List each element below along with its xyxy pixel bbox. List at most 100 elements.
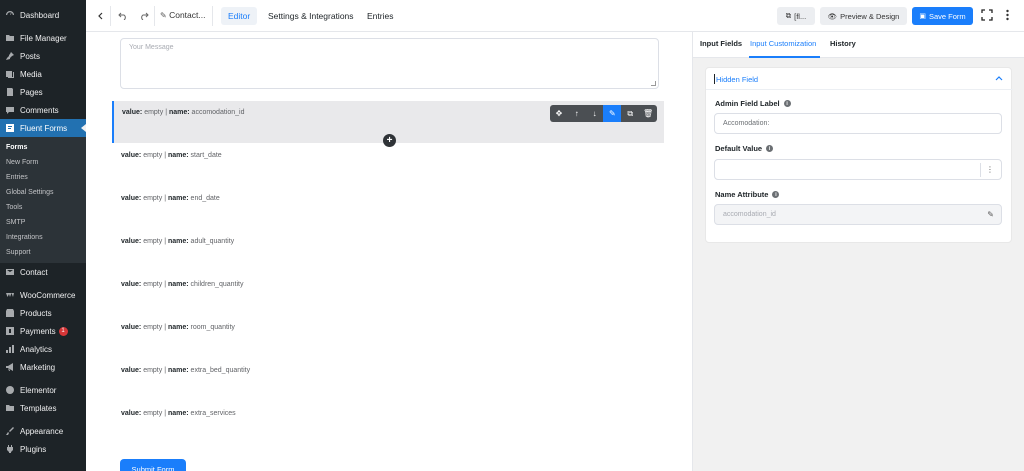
- sidebar-item-pages[interactable]: Pages: [0, 83, 86, 101]
- tab-editor[interactable]: Editor: [221, 7, 258, 25]
- templates-icon: [5, 403, 15, 413]
- sidebar-item-file-manager[interactable]: File Manager: [0, 29, 86, 47]
- sidebar-item-dashboard[interactable]: Dashboard: [0, 6, 86, 24]
- sidebar-item-appearance[interactable]: Appearance: [0, 422, 86, 440]
- message-textarea[interactable]: Your Message: [120, 38, 659, 89]
- tab-input-fields[interactable]: Input Fields: [700, 39, 742, 48]
- kebab-menu-icon[interactable]: ⋮: [986, 165, 994, 174]
- eye-icon: 👁: [827, 11, 838, 21]
- save-label: Save Form: [928, 11, 966, 21]
- hidden-field-row[interactable]: value: empty | name: extra_services: [113, 401, 665, 443]
- sidebar-item-elementor[interactable]: Elementor: [0, 381, 86, 399]
- edit-icon[interactable]: ✎: [603, 105, 622, 122]
- submenu-item-global-settings[interactable]: Global Settings: [0, 185, 86, 200]
- hidden-field-row[interactable]: value: empty | name: extra_bed_quantity: [113, 358, 665, 400]
- sidebar-item-label: Pages: [20, 87, 43, 97]
- sidebar-item-posts[interactable]: Posts: [0, 47, 86, 65]
- hidden-field-row[interactable]: value: empty | name: start_date: [113, 143, 665, 185]
- save-form-button[interactable]: ▣ Save Form: [912, 7, 973, 25]
- undo-icon[interactable]: [116, 9, 130, 23]
- sidebar-item-media[interactable]: Media: [0, 65, 86, 83]
- submenu-item-integrations[interactable]: Integrations: [0, 230, 86, 245]
- section-header[interactable]: Hidden Field: [706, 68, 1013, 90]
- form-title[interactable]: ✎ Contact...: [160, 10, 205, 20]
- submit-form-button[interactable]: Submit Form: [120, 459, 186, 471]
- sidebar-item-label: Dashboard: [20, 10, 60, 20]
- message-placeholder: Your Message: [129, 44, 174, 51]
- sidebar-item-fluent-forms[interactable]: Fluent Forms: [0, 119, 86, 137]
- sidebar-item-contact[interactable]: Contact: [0, 263, 86, 281]
- info-icon[interactable]: i: [766, 145, 774, 152]
- hidden-field-row[interactable]: value: empty | name: end_date: [113, 186, 665, 228]
- submenu-item-tools[interactable]: Tools: [0, 200, 86, 215]
- hidden-field-row[interactable]: value: empty | name: children_quantity: [113, 272, 665, 314]
- tab-input-customization[interactable]: Input Customization: [750, 39, 816, 48]
- move-down-icon[interactable]: ↓: [586, 105, 604, 122]
- fullscreen-icon[interactable]: [980, 8, 994, 22]
- sidebar-item-label: Payments: [20, 326, 56, 336]
- submenu-item-new-form[interactable]: New Form: [0, 155, 86, 170]
- sidebar-item-label: WooCommerce: [20, 290, 76, 300]
- megaphone-icon: [5, 362, 15, 372]
- default-value-input[interactable]: ⋮: [714, 159, 1002, 180]
- sidebar-item-label: Plugins: [20, 444, 47, 454]
- field-summary: value: empty | name: end_date: [121, 195, 220, 202]
- info-icon[interactable]: i: [772, 191, 780, 198]
- sidebar-item-payments[interactable]: Payments 1: [0, 322, 86, 340]
- field-action-toolbar: ✥ ↑ ↓ ✎ ⧉ 🗑: [550, 105, 657, 122]
- resize-grip-icon[interactable]: [651, 81, 656, 86]
- info-icon[interactable]: i: [783, 100, 791, 107]
- submenu-item-entries[interactable]: Entries: [0, 170, 86, 185]
- sidebar-item-woocommerce[interactable]: WooCommerce: [0, 286, 86, 304]
- hidden-field-row[interactable]: value: empty | name: accomodation_id ✥ ↑…: [112, 101, 664, 147]
- field-summary: value: empty | name: room_quantity: [121, 324, 235, 331]
- field-summary: value: empty | name: children_quantity: [121, 281, 244, 288]
- sidebar-item-plugins[interactable]: Plugins: [0, 440, 86, 458]
- trash-icon[interactable]: 🗑: [639, 105, 657, 122]
- sidebar-item-analytics[interactable]: Analytics: [0, 340, 86, 358]
- sidebar-item-label: File Manager: [20, 33, 67, 43]
- tab-settings-integrations[interactable]: Settings & Integrations: [261, 7, 361, 25]
- name-attribute-title: Name Attribute i: [715, 190, 780, 199]
- move-up-icon[interactable]: ↑: [568, 105, 586, 122]
- redo-icon[interactable]: [137, 9, 151, 23]
- tab-entries[interactable]: Entries: [360, 7, 400, 25]
- chevron-up-icon[interactable]: [995, 74, 1003, 83]
- name-attribute-input[interactable]: accomodation_id ✎: [714, 204, 1002, 225]
- form-title-text: Contact...: [169, 10, 206, 20]
- preview-design-button[interactable]: 👁 Preview & Design: [820, 7, 907, 25]
- payments-count-badge: 1: [58, 326, 68, 336]
- sidebar-item-marketing[interactable]: Marketing: [0, 358, 86, 376]
- divider: [212, 6, 213, 26]
- sidebar-item-label: Comments: [20, 105, 59, 115]
- plug-icon: [5, 444, 15, 454]
- divider: [980, 163, 981, 177]
- box-icon: [5, 308, 15, 318]
- field-summary: value: empty | name: extra_services: [121, 410, 236, 417]
- hidden-field-row[interactable]: value: empty | name: adult_quantity: [113, 229, 665, 271]
- sidebar-item-templates[interactable]: Templates: [0, 399, 86, 417]
- submenu-item-support[interactable]: Support: [0, 245, 86, 260]
- kebab-menu-icon[interactable]: [1000, 8, 1014, 22]
- tab-history[interactable]: History: [830, 39, 856, 48]
- shortcode-copy-button[interactable]: ⧉ [fl...: [777, 7, 815, 25]
- elementor-icon: [5, 385, 15, 395]
- sidebar-item-label: Fluent Forms: [20, 123, 68, 133]
- sidebar-item-label: Media: [20, 69, 42, 79]
- sidebar-item-comments[interactable]: Comments: [0, 101, 86, 119]
- dollar-icon: [5, 326, 15, 336]
- woocommerce-icon: [5, 290, 15, 300]
- sidebar-item-products[interactable]: Products: [0, 304, 86, 322]
- shortcode-label: [fl...: [794, 11, 807, 21]
- submenu-item-forms[interactable]: Forms: [0, 140, 86, 155]
- admin-field-label-input[interactable]: Accomodation:: [714, 113, 1002, 134]
- sidebar-item-label: Elementor: [20, 385, 57, 395]
- move-icon[interactable]: ✥: [550, 105, 568, 122]
- submenu-item-smtp[interactable]: SMTP: [0, 215, 86, 230]
- edit-pencil-icon[interactable]: ✎: [987, 210, 994, 219]
- back-chevron-icon[interactable]: [94, 9, 108, 23]
- paintbrush-icon: [5, 426, 15, 436]
- duplicate-icon[interactable]: ⧉: [621, 105, 639, 122]
- envelope-icon: [5, 267, 15, 277]
- hidden-field-row[interactable]: value: empty | name: room_quantity: [113, 315, 665, 357]
